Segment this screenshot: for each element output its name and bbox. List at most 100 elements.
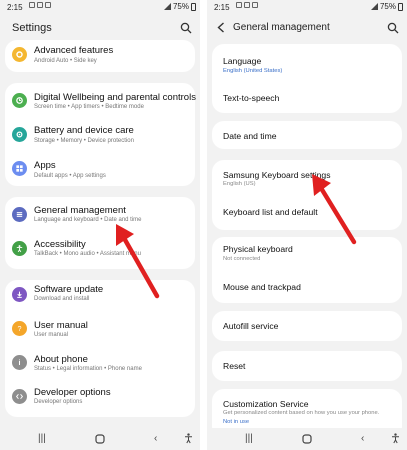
setting-label: Language — [223, 56, 262, 66]
setting-label: Advanced features — [34, 45, 114, 56]
setting-label: Developer options — [34, 387, 111, 398]
battery-icon — [191, 2, 196, 11]
apps-icon — [12, 161, 27, 176]
home-icon[interactable] — [302, 434, 312, 444]
setting-label: Digital Wellbeing and parental controls — [34, 92, 196, 103]
settings-group-2: Digital Wellbeing and parental controls … — [5, 83, 196, 186]
setting-label: Software update — [34, 284, 104, 295]
back-arrow-icon[interactable] — [217, 22, 225, 33]
setting-advanced-features[interactable]: Advanced features Android Auto • Side ke… — [5, 40, 195, 72]
navigation-bar: ||| ‹ — [207, 428, 407, 450]
setting-keyboard-list[interactable]: Keyboard list and default — [212, 196, 402, 230]
status-bar: 2:15 75% — [207, 0, 407, 14]
battery-level: 75% — [379, 2, 396, 11]
input-devices-group: Physical keyboard Not connected Mouse an… — [212, 237, 402, 303]
recents-icon[interactable]: ||| — [245, 433, 253, 444]
notification-icons — [29, 2, 51, 8]
setting-samsung-keyboard[interactable]: Samsung Keyboard settings English (US) — [212, 160, 402, 196]
notification-icons — [236, 2, 258, 8]
setting-user-manual[interactable]: ? User manual User manual — [5, 314, 195, 348]
setting-label: Customization Service — [223, 399, 309, 409]
back-icon[interactable]: ‹ — [361, 433, 364, 444]
setting-label: Physical keyboard — [223, 244, 293, 254]
search-icon[interactable] — [387, 22, 399, 34]
setting-subtitle: Developer options — [34, 399, 83, 405]
setting-battery-device-care[interactable]: Battery and device care Storage • Memory… — [5, 117, 195, 151]
signal-icon — [370, 3, 378, 10]
reset-group: Reset — [212, 351, 402, 381]
home-icon[interactable] — [95, 434, 105, 444]
accessibility-icon — [12, 241, 27, 256]
setting-general-management[interactable]: General management Language and keyboard… — [5, 197, 195, 233]
wellbeing-icon — [12, 93, 27, 108]
setting-subtitle: Language and keyboard • Date and time — [34, 217, 142, 223]
svg-text:i: i — [19, 358, 21, 367]
status-time: 2:15 — [214, 3, 230, 12]
setting-autofill-service[interactable]: Autofill service — [212, 311, 402, 341]
setting-apps[interactable]: Apps Default apps • App settings — [5, 151, 195, 186]
recents-icon[interactable]: ||| — [38, 433, 46, 444]
setting-language[interactable]: Language English (United States) — [212, 44, 402, 81]
setting-digital-wellbeing[interactable]: Digital Wellbeing and parental controls … — [5, 83, 196, 117]
settings-group-4: Software update Download and install ? U… — [5, 280, 195, 417]
setting-about-phone[interactable]: i About phone Status • Legal information… — [5, 348, 195, 382]
general-management-icon — [12, 207, 27, 222]
status-right: 75% — [163, 2, 196, 11]
setting-date-and-time[interactable]: Date and time — [212, 121, 402, 149]
language-group: Language English (United States) Text-to… — [212, 44, 402, 113]
accessibility-shortcut-icon[interactable] — [391, 433, 400, 444]
navigation-bar: ||| ‹ — [0, 428, 200, 450]
setting-label: User manual — [34, 320, 88, 331]
user-manual-icon: ? — [12, 321, 27, 336]
setting-label: Accessibility — [34, 239, 86, 250]
setting-label: Reset — [223, 361, 246, 371]
setting-subtitle: English (United States) — [223, 68, 283, 74]
setting-label: Text-to-speech — [223, 93, 280, 103]
about-phone-icon: i — [12, 355, 27, 370]
setting-label: Mouse and trackpad — [223, 282, 301, 292]
app-bar: Settings — [0, 14, 200, 42]
accessibility-shortcut-icon[interactable] — [184, 433, 193, 444]
setting-accessibility[interactable]: Accessibility TalkBack • Mono audio • As… — [5, 233, 195, 269]
battery-level: 75% — [172, 2, 189, 11]
setting-subtitle: Storage • Memory • Device protection — [34, 138, 134, 144]
status-time: 2:15 — [7, 3, 23, 12]
software-update-icon — [12, 287, 27, 302]
settings-group-3: General management Language and keyboard… — [5, 197, 195, 269]
setting-subtitle: Screen time • App timers • Bedtime mode — [34, 104, 144, 110]
setting-physical-keyboard[interactable]: Physical keyboard Not connected — [212, 237, 402, 270]
battery-icon — [398, 2, 403, 11]
setting-text-to-speech[interactable]: Text-to-speech — [212, 81, 402, 113]
setting-reset[interactable]: Reset — [212, 351, 402, 381]
status-right: 75% — [370, 2, 403, 11]
page-title: General management — [233, 22, 330, 33]
settings-screen: 2:15 75% Settings Advanced features Andr… — [0, 0, 200, 450]
setting-label: Autofill service — [223, 321, 279, 331]
setting-label: Battery and device care — [34, 125, 134, 136]
setting-subtitle: TalkBack • Mono audio • Assistant menu — [34, 251, 141, 257]
setting-subtitle: User manual — [34, 332, 69, 338]
setting-subtitle: Download and install — [34, 296, 90, 302]
developer-options-icon — [12, 389, 27, 404]
back-icon[interactable]: ‹ — [154, 433, 157, 444]
app-bar: General management — [207, 14, 407, 42]
setting-subtitle: Not connected — [223, 256, 261, 262]
setting-label: General management — [34, 205, 126, 216]
gear-icon — [12, 47, 27, 62]
setting-subtitle: Default apps • App settings — [34, 173, 106, 179]
search-icon[interactable] — [180, 22, 192, 34]
setting-label: Date and time — [223, 131, 277, 141]
signal-icon — [163, 3, 171, 10]
setting-subtitle: Android Auto • Side key — [34, 58, 97, 64]
status-bar: 2:15 75% — [0, 0, 200, 14]
setting-subtitle: Status • Legal information • Phone name — [34, 366, 142, 372]
setting-label: Samsung Keyboard settings — [223, 170, 331, 180]
setting-mouse-trackpad[interactable]: Mouse and trackpad — [212, 270, 402, 303]
svg-text:?: ? — [18, 324, 22, 333]
setting-developer-options[interactable]: Developer options Developer options — [5, 382, 195, 417]
setting-status: Not in use — [223, 419, 250, 425]
general-management-screen: 2:15 75% General management Language Eng… — [207, 0, 407, 450]
setting-software-update[interactable]: Software update Download and install — [5, 280, 195, 314]
setting-label: Keyboard list and default — [223, 207, 318, 217]
date-time-group: Date and time — [212, 121, 402, 149]
